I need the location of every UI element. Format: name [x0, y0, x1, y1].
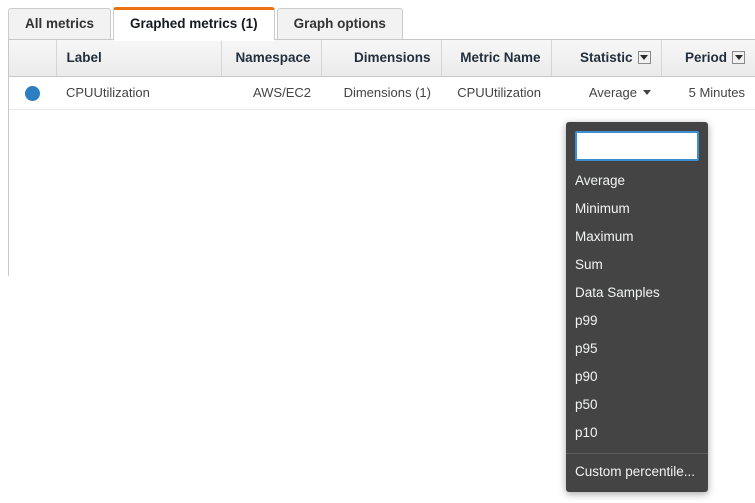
table-row[interactable]: CPUUtilization AWS/EC2 Dimensions (1) CP…: [9, 76, 755, 109]
row-label-cell[interactable]: CPUUtilization: [56, 76, 221, 109]
statistic-option-p50[interactable]: p50: [566, 391, 708, 419]
tab-graph-options-label: Graph options: [294, 16, 386, 31]
statistic-option-maximum[interactable]: Maximum: [566, 223, 708, 251]
statistic-option-p90[interactable]: p90: [566, 363, 708, 391]
column-header-metric-name[interactable]: Metric Name: [441, 40, 551, 76]
table-header-row: Label Namespace Dimensions Metric Name S…: [9, 40, 755, 76]
column-header-namespace[interactable]: Namespace: [221, 40, 321, 76]
statistic-option-data-samples[interactable]: Data Samples: [566, 279, 708, 307]
statistic-filter-input[interactable]: [575, 131, 699, 161]
statistic-filter-wrapper: [566, 122, 708, 167]
column-header-metric-name-text: Metric Name: [460, 50, 540, 65]
graphed-metrics-table: Label Namespace Dimensions Metric Name S…: [9, 40, 755, 110]
statistic-selector[interactable]: Average: [589, 85, 651, 100]
row-statistic-text: Average: [589, 85, 637, 100]
column-header-period-text: Period: [685, 50, 727, 65]
row-namespace-cell: AWS/EC2: [221, 76, 321, 109]
period-dropdown-box-icon[interactable]: [732, 51, 745, 64]
row-period-cell[interactable]: 5 Minutes: [661, 76, 755, 109]
row-metric-name-text: CPUUtilization: [457, 85, 541, 100]
statistic-option-custom-percentile[interactable]: Custom percentile...: [566, 458, 708, 486]
column-header-dimensions-text: Dimensions: [354, 50, 431, 65]
column-header-label-text: Label: [67, 50, 102, 65]
column-header-statistic[interactable]: Statistic: [551, 40, 661, 76]
row-dimensions-cell[interactable]: Dimensions (1): [321, 76, 441, 109]
series-color-dot[interactable]: [25, 86, 40, 101]
row-metric-name-cell: CPUUtilization: [441, 76, 551, 109]
column-header-statistic-text: Statistic: [580, 50, 633, 65]
statistic-dropdown-box-icon[interactable]: [638, 51, 651, 64]
statistic-option-average[interactable]: Average: [566, 167, 708, 195]
statistic-option-p10[interactable]: p10: [566, 419, 708, 447]
row-label-text: CPUUtilization: [66, 85, 150, 100]
column-header-namespace-text: Namespace: [235, 50, 310, 65]
tab-all-metrics-label: All metrics: [25, 16, 94, 31]
column-header-color: [9, 40, 56, 76]
tab-graphed-metrics-label: Graphed metrics (1): [130, 16, 258, 31]
tab-strip: All metrics Graphed metrics (1) Graph op…: [0, 0, 755, 40]
column-header-dimensions[interactable]: Dimensions: [321, 40, 441, 76]
table-body: CPUUtilization AWS/EC2 Dimensions (1) CP…: [9, 76, 755, 109]
row-color-swatch-cell[interactable]: [9, 76, 56, 109]
chevron-down-icon: [643, 90, 651, 95]
row-period-text: 5 Minutes: [689, 85, 745, 100]
row-namespace-text: AWS/EC2: [253, 85, 311, 100]
statistic-option-minimum[interactable]: Minimum: [566, 195, 708, 223]
statistic-option-sum[interactable]: Sum: [566, 251, 708, 279]
row-dimensions-text: Dimensions (1): [344, 85, 431, 100]
column-header-label[interactable]: Label: [56, 40, 221, 76]
tab-all-metrics[interactable]: All metrics: [8, 8, 111, 40]
tab-graph-options[interactable]: Graph options: [277, 8, 403, 40]
statistic-dropdown-menu: Average Minimum Maximum Sum Data Samples…: [566, 122, 708, 492]
table-header: Label Namespace Dimensions Metric Name S…: [9, 40, 755, 76]
statistic-option-p99[interactable]: p99: [566, 307, 708, 335]
row-statistic-cell[interactable]: Average: [551, 76, 661, 109]
dropdown-separator: [566, 453, 708, 454]
column-header-period[interactable]: Period: [661, 40, 755, 76]
tab-graphed-metrics[interactable]: Graphed metrics (1): [113, 7, 275, 40]
statistic-option-p95[interactable]: p95: [566, 335, 708, 363]
